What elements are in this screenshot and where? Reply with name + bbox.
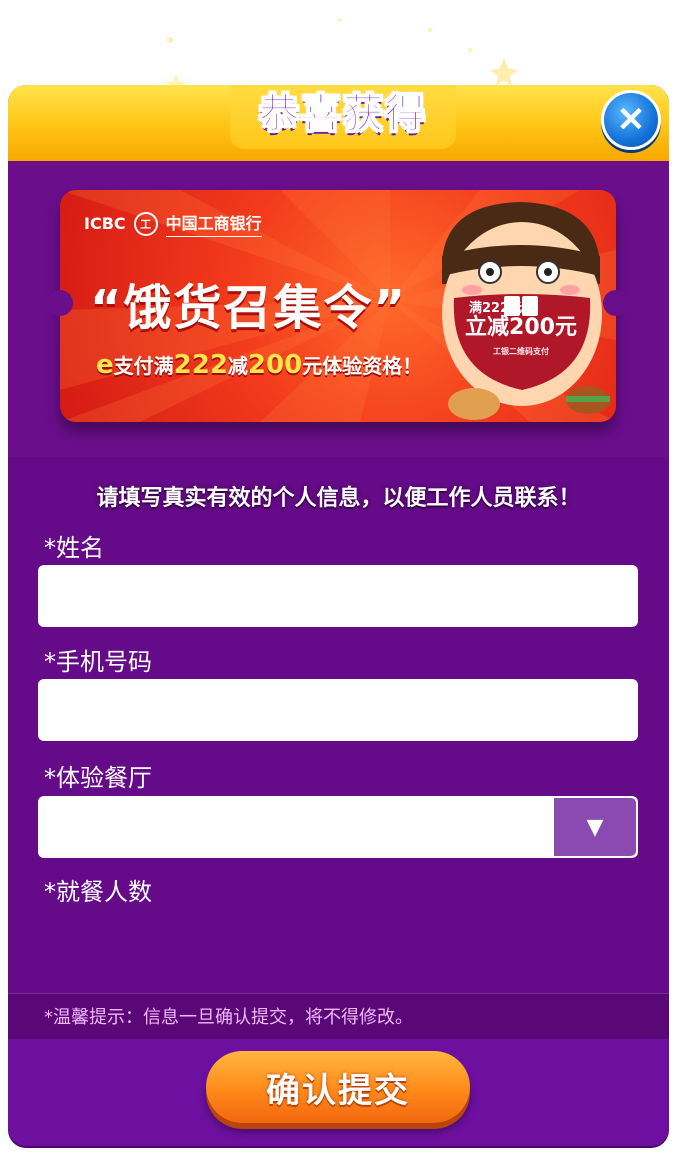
restaurant-label: *体验餐厅 [44, 764, 152, 792]
warm-tip: *温馨提示：信息一旦确认提交，将不得修改。 [44, 1007, 413, 1028]
phone-input[interactable] [38, 679, 638, 741]
close-icon: ✕ [616, 101, 646, 139]
title-plate: 恭喜获得 [230, 85, 456, 149]
bank-brand: ICBC 工 中国工商银行 [84, 210, 262, 237]
badge-line3: 工银二维码支付 [493, 347, 549, 357]
name-label: *姓名 [44, 534, 104, 562]
coupon-background: ICBC 工 中国工商银行 “饿货召集令” e支付满222减200元体验资格！ [60, 190, 616, 422]
offer-prefix: e [96, 350, 114, 380]
coupon-offer: e支付满222减200元体验资格！ [96, 350, 422, 380]
restaurant-select[interactable]: ▼ [38, 796, 638, 858]
discount-badge: 满222元 立减200元 工银二维码支付 [459, 301, 583, 357]
offer-part1: 支付满 [113, 354, 174, 378]
offer-part3: 元 [302, 354, 323, 378]
bank-name-en: ICBC [84, 214, 126, 233]
modal-title: 恭喜获得 [259, 91, 427, 138]
bank-logo-icon: 工 [133, 211, 158, 236]
dropdown-button[interactable]: ▼ [554, 798, 636, 856]
close-button[interactable]: ✕ [601, 90, 661, 150]
offer-amount2: 200 [247, 350, 303, 380]
reward-modal: 恭喜获得 ✕ ICBC 工 中国工商银行 “饿货召集令” e支付满222减200… [8, 85, 669, 1146]
coupon-slogan: “饿货召集令” [90, 280, 408, 336]
chevron-down-icon: ▼ [586, 814, 604, 840]
name-input[interactable] [38, 565, 638, 627]
diners-label: *就餐人数 [44, 878, 152, 906]
form-instruction: 请填写真实有效的个人信息，以便工作人员联系！ [96, 486, 581, 511]
submit-button[interactable]: 确认提交 [206, 1051, 470, 1123]
offer-suffix: 体验资格！ [322, 354, 423, 378]
coupon-notch-right [603, 290, 629, 316]
offer-part2: 减 [227, 354, 248, 378]
offer-amount1: 222 [173, 350, 228, 380]
badge-line2: 立减200元 [465, 315, 577, 341]
coupon-card: ICBC 工 中国工商银行 “饿货召集令” e支付满222减200元体验资格！ [47, 190, 629, 422]
coupon-notch-left [47, 290, 73, 316]
phone-label: *手机号码 [44, 648, 152, 676]
submit-button-label: 确认提交 [266, 1071, 410, 1110]
bank-name-cn: 中国工商银行 [165, 210, 262, 237]
